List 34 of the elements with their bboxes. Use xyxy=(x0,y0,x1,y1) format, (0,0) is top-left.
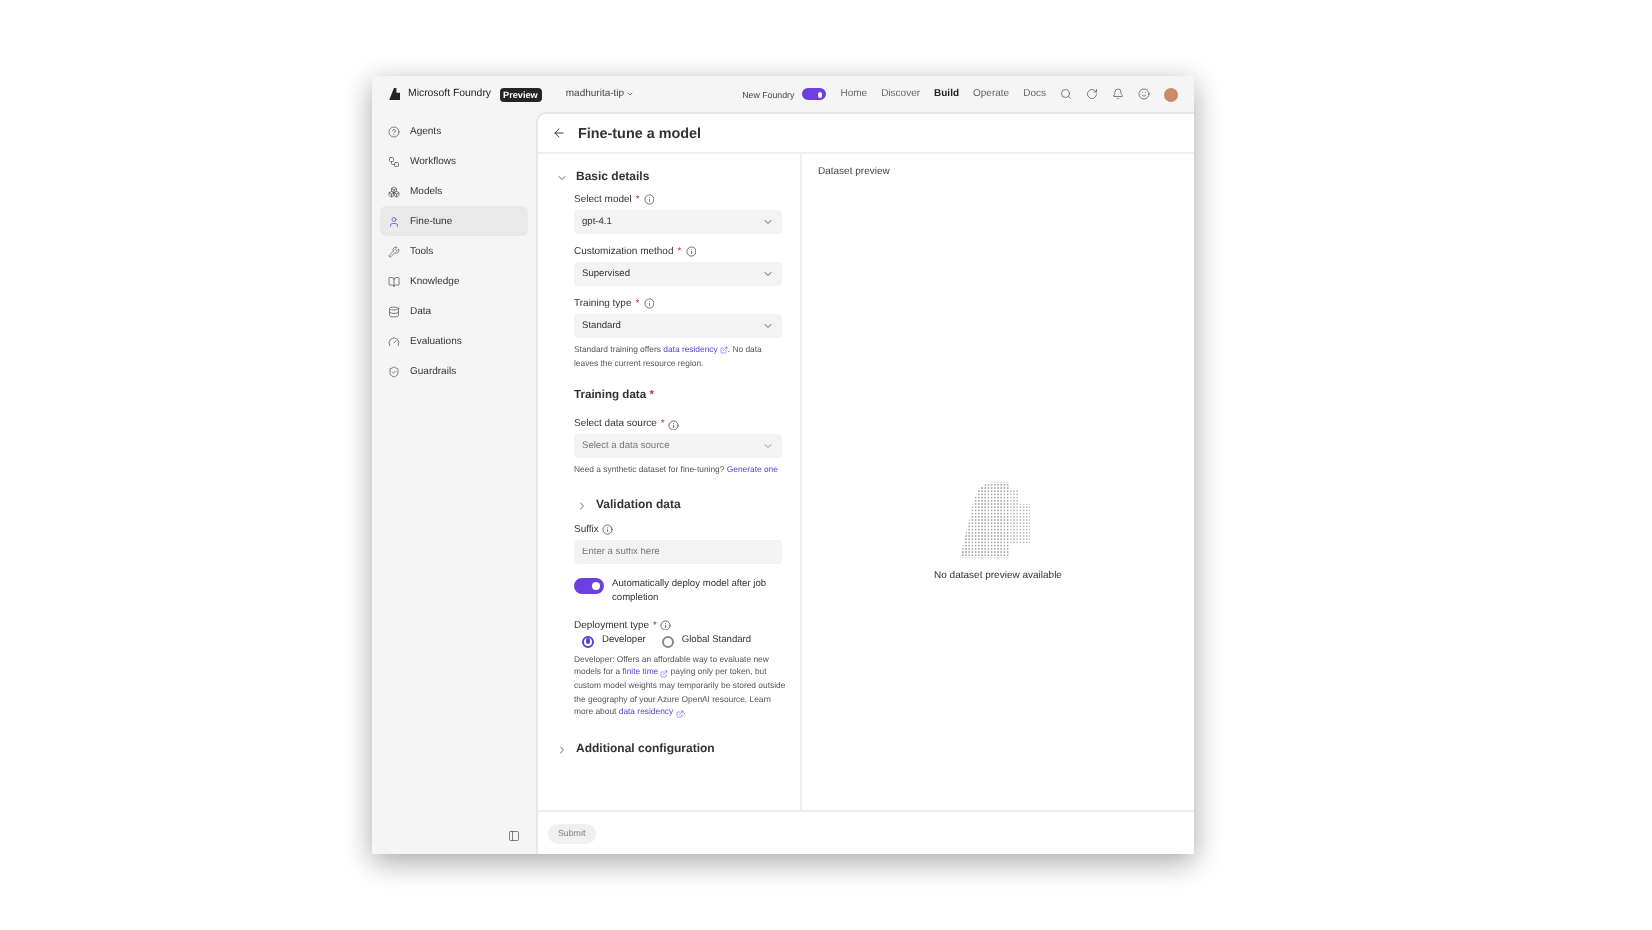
toggle-switch[interactable] xyxy=(802,88,827,100)
avatar[interactable] xyxy=(1164,87,1178,101)
info-icon[interactable] xyxy=(602,524,614,536)
sidebar-icon xyxy=(388,365,400,377)
chevron-icon xyxy=(762,268,774,280)
sidebar-icon xyxy=(388,215,400,227)
smiley-icon[interactable] xyxy=(1138,88,1150,100)
sidebar-icon xyxy=(388,305,400,317)
chevron-icon xyxy=(762,216,774,228)
chevron-icon xyxy=(762,440,774,453)
info-icon[interactable] xyxy=(660,619,672,631)
info-icon[interactable] xyxy=(643,194,655,206)
bell-icon[interactable] xyxy=(1112,88,1124,100)
toggle-switch[interactable] xyxy=(574,578,604,595)
search-icon[interactable] xyxy=(1060,88,1072,100)
chevron-icon xyxy=(556,172,568,184)
chevron-icon xyxy=(576,500,588,513)
sidebar-icon xyxy=(388,155,400,167)
refresh-icon[interactable] xyxy=(1086,88,1098,100)
info-icon[interactable] xyxy=(643,298,655,310)
sidebar-icon xyxy=(388,275,400,287)
radio-button[interactable] xyxy=(582,635,594,648)
info-icon[interactable] xyxy=(668,419,680,431)
logo-icon xyxy=(388,88,400,100)
sidebar-icon xyxy=(388,125,400,137)
back-icon[interactable] xyxy=(552,126,566,140)
sidebar-icon xyxy=(388,245,400,257)
sidebar-icon xyxy=(388,185,400,197)
chevron-icon xyxy=(556,744,568,757)
info-icon[interactable] xyxy=(685,246,697,258)
sidebar-icon xyxy=(388,335,400,347)
radio-button[interactable] xyxy=(661,635,674,648)
panel-toggle-icon[interactable] xyxy=(508,830,520,842)
chevron-icon xyxy=(762,320,774,332)
